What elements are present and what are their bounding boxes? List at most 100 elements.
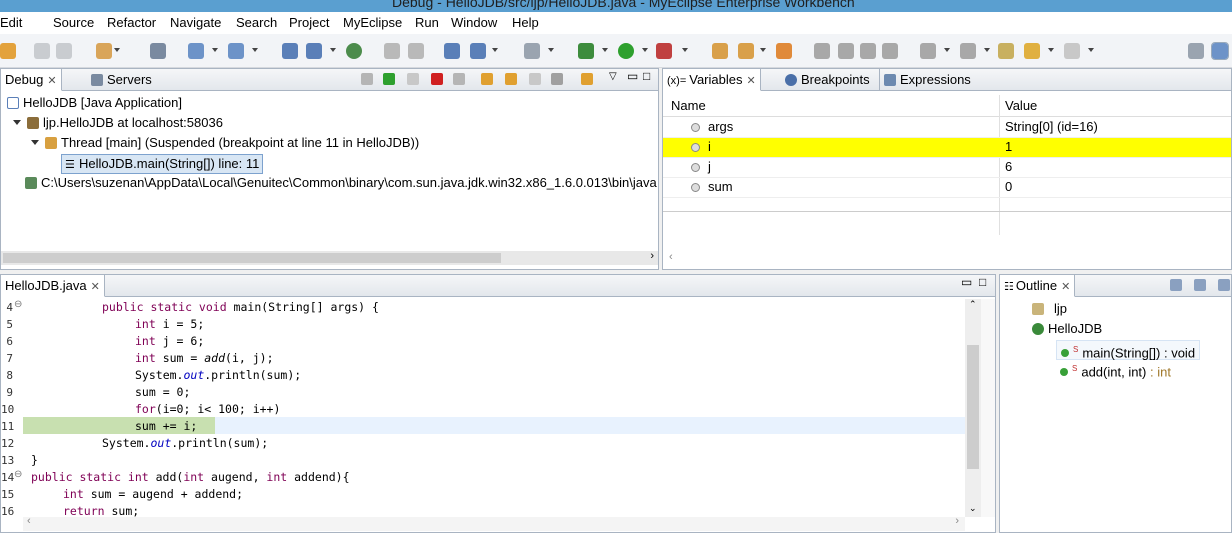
outline-item-class[interactable]: HelloJDB	[1032, 320, 1102, 340]
suspend-icon[interactable]	[407, 73, 419, 85]
outline-item-main-method[interactable]: Smain(String[]) : void	[1056, 340, 1201, 360]
close-icon[interactable]: ✕	[1061, 281, 1070, 293]
dropdown-arrow-icon[interactable]	[114, 48, 120, 52]
print-icon[interactable]	[56, 43, 72, 59]
scrollbar-thumb[interactable]	[967, 345, 979, 469]
overview-ruler[interactable]	[981, 299, 995, 517]
tree-item-thread-main[interactable]: Thread [main] (Suspended (breakpoint at …	[31, 134, 419, 154]
expand-twistie-icon[interactable]	[31, 140, 39, 145]
tree-item-java-application[interactable]: HelloJDB [Java Application]	[7, 94, 182, 114]
terminate-icon[interactable]	[431, 73, 443, 85]
external-tools-icon[interactable]	[656, 43, 672, 59]
back-history-icon[interactable]	[384, 43, 400, 59]
dropdown-arrow-icon[interactable]	[330, 48, 336, 52]
dropdown-arrow-icon[interactable]	[492, 48, 498, 52]
column-header-value[interactable]: Value	[1005, 98, 1037, 113]
tab-debug[interactable]: Debug ✕	[1, 69, 62, 91]
tab-outline[interactable]: ☷ Outline ✕	[1000, 275, 1076, 297]
annotation-prev-icon[interactable]	[814, 43, 830, 59]
step-return-icon[interactable]	[529, 73, 541, 85]
scrollbar-thumb[interactable]	[3, 253, 501, 263]
search-icon[interactable]	[444, 43, 460, 59]
fold-icon[interactable]: ⊖	[14, 469, 22, 480]
show-whitespace-icon[interactable]	[882, 43, 898, 59]
use-step-filters-icon[interactable]	[581, 73, 593, 85]
menu-window[interactable]: Window	[451, 15, 497, 30]
menu-project[interactable]: Project	[289, 15, 329, 30]
open-folder-icon[interactable]	[712, 43, 728, 59]
step-over-icon[interactable]	[505, 73, 517, 85]
outline-item-add-method[interactable]: Sadd(int, int) : int	[1056, 360, 1171, 380]
menu-run[interactable]: Run	[415, 15, 439, 30]
save-icon[interactable]	[34, 43, 50, 59]
remove-launches-icon[interactable]	[361, 73, 373, 85]
last-edit-icon[interactable]	[998, 43, 1014, 59]
new-icon[interactable]	[0, 43, 16, 59]
forward-history-icon[interactable]	[408, 43, 424, 59]
hide-static-icon[interactable]	[1218, 279, 1230, 291]
close-icon[interactable]: ✕	[47, 75, 56, 87]
next-annotation-icon[interactable]	[920, 43, 936, 59]
deploy-icon[interactable]	[188, 43, 204, 59]
variable-row-j[interactable]: j 6	[663, 158, 1231, 178]
drop-to-frame-icon[interactable]	[551, 73, 563, 85]
scroll-left-arrow-icon[interactable]: ‹	[669, 251, 673, 263]
scroll-down-arrow-icon[interactable]: ⌄	[969, 503, 977, 514]
maximize-icon[interactable]: □	[979, 275, 986, 289]
expand-twistie-icon[interactable]	[13, 120, 21, 125]
globe-icon[interactable]	[346, 43, 362, 59]
tree-item-debug-target[interactable]: ljp.HelloJDB at localhost:58036	[13, 114, 223, 134]
pen-icon[interactable]	[738, 43, 754, 59]
new-project-icon[interactable]	[96, 43, 112, 59]
close-icon[interactable]: ✕	[746, 75, 755, 87]
dropdown-arrow-icon[interactable]	[944, 48, 950, 52]
tab-variables[interactable]: (x)= Variables ✕	[663, 69, 761, 91]
dropdown-arrow-icon[interactable]	[602, 48, 608, 52]
editor-horizontal-scrollbar[interactable]: ‹ ›	[23, 515, 965, 531]
run-icon[interactable]	[618, 43, 634, 59]
dropdown-arrow-icon[interactable]	[1088, 48, 1094, 52]
variable-row-i[interactable]: i 1	[663, 138, 1231, 158]
menu-navigate[interactable]: Navigate	[170, 15, 221, 30]
dropdown-arrow-icon[interactable]	[252, 48, 258, 52]
menu-edit[interactable]: Edit	[0, 15, 22, 30]
tree-item-stack-frame[interactable]: ☰ HelloJDB.main(String[]) line: 11	[61, 154, 264, 174]
sort-icon[interactable]	[1170, 279, 1182, 291]
scroll-right-arrow-icon[interactable]: ›	[650, 250, 654, 262]
scroll-left-arrow-icon[interactable]: ‹	[27, 515, 31, 527]
menu-search[interactable]: Search	[236, 15, 277, 30]
minimize-icon[interactable]: ▭	[627, 69, 638, 83]
tab-expressions[interactable]: Expressions	[879, 69, 975, 91]
dropdown-arrow-icon[interactable]	[548, 48, 554, 52]
outline-item-package[interactable]: ljp	[1032, 300, 1067, 320]
variable-row-args[interactable]: args String[0] (id=16)	[663, 118, 1231, 138]
dropdown-arrow-icon[interactable]	[1048, 48, 1054, 52]
step-into-icon[interactable]	[481, 73, 493, 85]
view-menu-icon[interactable]: ▽	[609, 71, 617, 82]
refresh-icon[interactable]	[470, 43, 486, 59]
column-header-name[interactable]: Name	[671, 98, 706, 113]
open-perspective-icon[interactable]	[1188, 43, 1204, 59]
prev-annotation-icon[interactable]	[960, 43, 976, 59]
scroll-right-arrow-icon[interactable]: ›	[955, 515, 959, 527]
hide-fields-icon[interactable]	[1194, 279, 1206, 291]
dropdown-arrow-icon[interactable]	[984, 48, 990, 52]
dropdown-arrow-icon[interactable]	[682, 48, 688, 52]
menu-help[interactable]: Help	[512, 15, 539, 30]
dropdown-arrow-icon[interactable]	[760, 48, 766, 52]
dropdown-arrow-icon[interactable]	[212, 48, 218, 52]
server-icon[interactable]	[228, 43, 244, 59]
variable-row-sum[interactable]: sum 0	[663, 178, 1231, 198]
camera-icon[interactable]	[524, 43, 540, 59]
gear-icon[interactable]	[776, 43, 792, 59]
minimize-icon[interactable]: ▭	[961, 275, 972, 289]
lock-icon[interactable]	[150, 43, 166, 59]
maximize-icon[interactable]: □	[643, 69, 650, 83]
debug-bug-icon[interactable]	[578, 43, 594, 59]
disconnect-icon[interactable]	[453, 73, 465, 85]
menu-refactor[interactable]: Refactor	[107, 15, 156, 30]
highlight-icon[interactable]	[838, 43, 854, 59]
open-task-icon[interactable]	[306, 43, 322, 59]
block-select-icon[interactable]	[860, 43, 876, 59]
forward-arrow-icon[interactable]	[1064, 43, 1080, 59]
